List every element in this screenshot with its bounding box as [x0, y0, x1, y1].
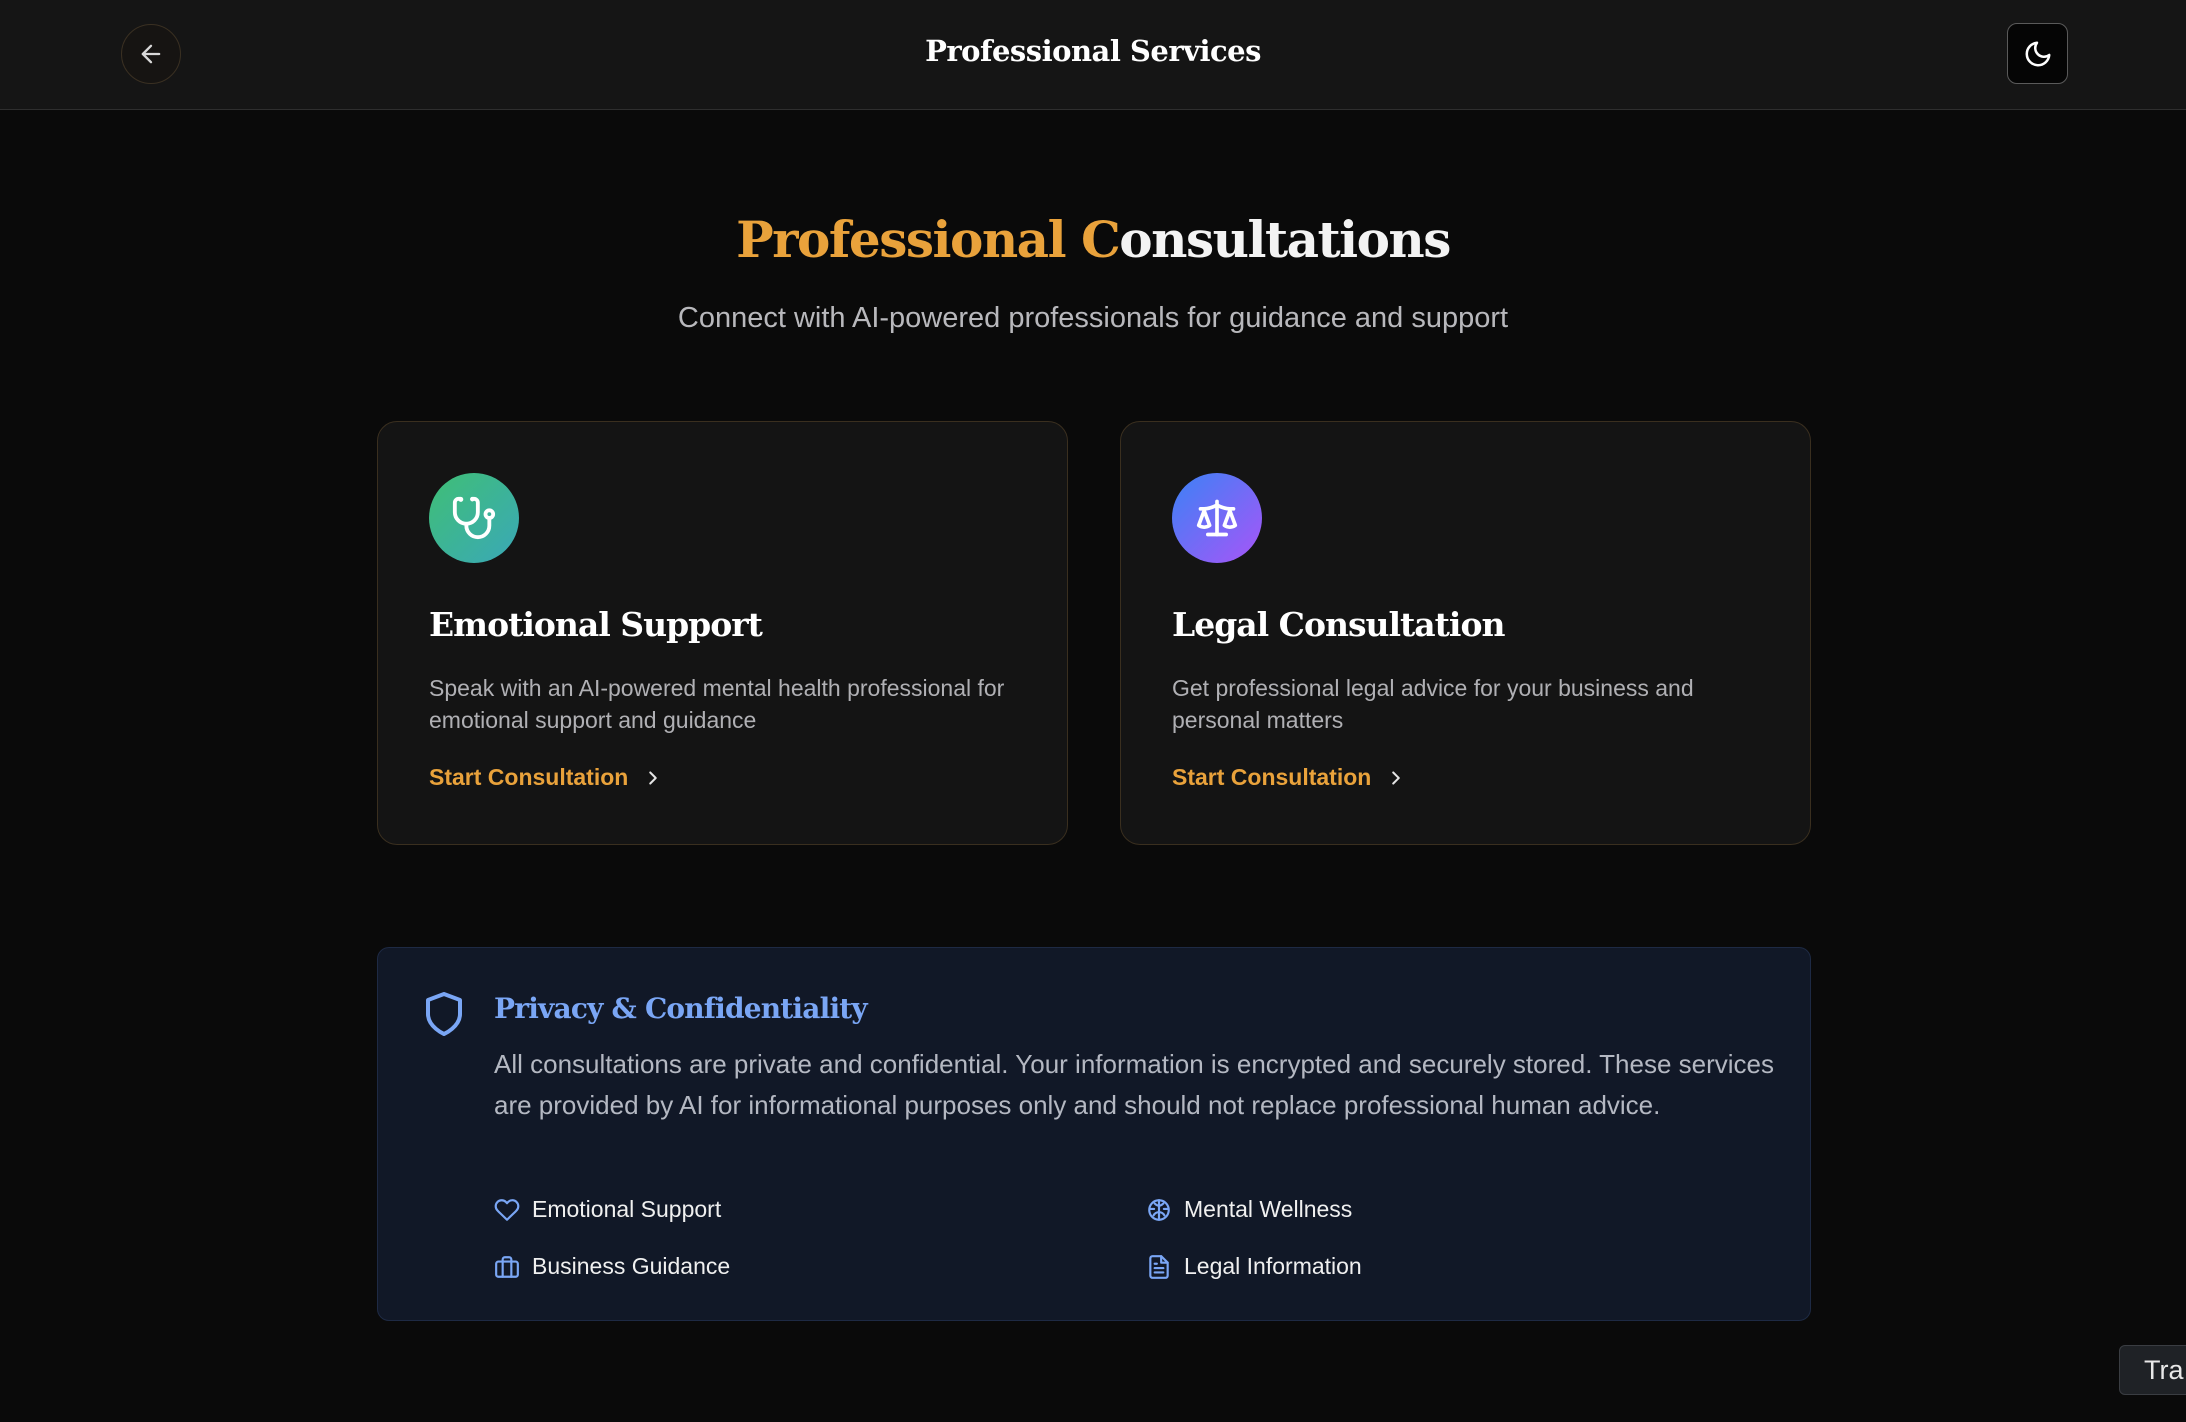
shield-icon: [426, 992, 462, 1036]
feature-label: Business Guidance: [532, 1253, 731, 1279]
card-title: Legal Consultation: [1172, 605, 1505, 644]
heart-icon: [494, 1198, 520, 1221]
start-consultation-link[interactable]: Start Consultation: [429, 764, 664, 791]
page-title: Professional Services: [925, 34, 1261, 68]
card-title: Emotional Support: [429, 605, 763, 644]
legal-consultation-card[interactable]: Legal Consultation Get professional lega…: [1120, 421, 1811, 845]
moon-icon: [2025, 41, 2050, 66]
hero-title: Professional Consultations: [0, 210, 2186, 269]
privacy-text: All consultations are private and confid…: [494, 1049, 1775, 1120]
theme-toggle-button[interactable]: [2007, 23, 2068, 84]
brain-icon: [1148, 1198, 1170, 1221]
privacy-title: Privacy & Confidentiality: [494, 992, 868, 1025]
feature-legal-information: Legal Information: [1146, 1253, 1362, 1280]
emotional-support-card[interactable]: Emotional Support Speak with an AI-power…: [377, 421, 1068, 845]
start-consultation-label: Start Consultation: [1172, 764, 1372, 790]
hero-title-rest: onsultations: [1119, 210, 1451, 269]
card-description: Speak with an AI-powered mental health p…: [429, 675, 1005, 733]
hero-title-accent: Professional C: [736, 210, 1121, 269]
privacy-panel: Privacy & Confidentiality All consultati…: [377, 947, 1811, 1321]
document-icon: [1149, 1254, 1169, 1279]
translate-tooltip[interactable]: Tra: [2119, 1345, 2186, 1395]
legal-consultation-icon-badge: [1172, 473, 1262, 563]
feature-emotional-support: Emotional Support: [494, 1196, 721, 1223]
feature-label: Mental Wellness: [1184, 1196, 1353, 1222]
chevron-right-icon: [1392, 770, 1401, 785]
feature-mental-wellness: Mental Wellness: [1146, 1196, 1352, 1223]
hero-subtitle: Connect with AI-powered professionals fo…: [677, 302, 1509, 334]
start-consultation-link[interactable]: Start Consultation: [1172, 764, 1407, 791]
top-bar: Professional Services: [0, 0, 2186, 110]
card-description: Get professional legal advice for your b…: [1172, 675, 1694, 733]
emotional-support-icon-badge: [429, 473, 519, 563]
feature-label: Emotional Support: [532, 1196, 722, 1222]
start-consultation-label: Start Consultation: [429, 764, 629, 790]
stethoscope-icon: [452, 496, 496, 540]
scale-icon: [1196, 499, 1238, 537]
feature-label: Legal Information: [1184, 1253, 1362, 1279]
briefcase-icon: [495, 1255, 519, 1278]
feature-business-guidance: Business Guidance: [494, 1253, 730, 1280]
chevron-right-icon: [649, 770, 658, 785]
